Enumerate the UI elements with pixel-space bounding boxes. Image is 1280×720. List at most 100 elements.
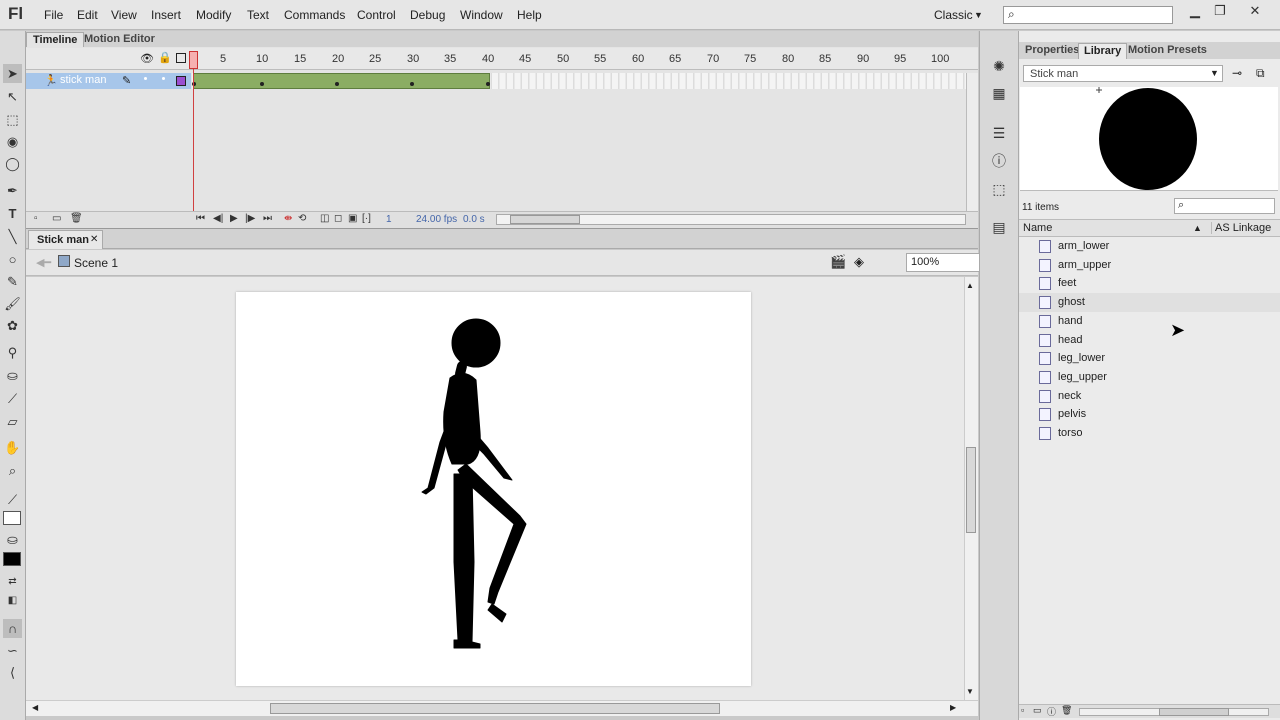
fps-readout[interactable]: 24.00 fps [416,214,457,225]
swap-colors-icon[interactable]: ⇄ [3,572,22,591]
menu-text[interactable]: Text [247,8,269,22]
text-tool-icon[interactable]: T [3,204,22,223]
hand-tool-icon[interactable]: ✋ [3,438,22,457]
oval-tool-icon[interactable]: ○ [3,250,22,269]
sort-ascending-icon[interactable]: ▲ [1193,223,1202,233]
loop-icon[interactable]: ⟲ [298,213,306,224]
new-folder-icon[interactable]: ▭ [1033,705,1042,716]
scene-label[interactable]: Scene 1 [74,256,118,270]
library-scroll-thumb[interactable] [1159,708,1229,716]
library-item[interactable]: head [1019,331,1280,350]
chevron-down-icon[interactable]: ▼ [974,10,983,20]
free-transform-tool-icon[interactable]: ⬚ [3,110,22,129]
color-wheel-icon[interactable]: ✺ [990,57,1008,75]
menu-edit[interactable]: Edit [77,8,98,22]
layer-name[interactable]: stick man [60,74,106,86]
brush-tool-icon[interactable]: 🖌 [3,294,22,313]
timeline-vertical-scrollbar[interactable] [966,73,978,211]
components-icon[interactable]: ▤ [990,218,1008,236]
tab-timeline[interactable]: Timeline [26,32,85,47]
help-search-input[interactable] [1003,6,1173,24]
motion-tween-span[interactable] [193,73,490,89]
library-search-input[interactable]: ⌕ [1174,198,1275,214]
stroke-color-swatch[interactable] [3,511,21,525]
lock-icon[interactable]: 🔒 [158,51,172,64]
step-forward-icon[interactable]: |▶ [245,213,255,224]
smooth-icon[interactable]: ∽ [3,641,22,660]
transform-icon[interactable]: ⬚ [990,180,1008,198]
tab-motion-presets[interactable]: Motion Presets [1123,43,1212,59]
menu-file[interactable]: File [44,8,63,22]
zoom-tool-icon[interactable]: ⌕ [3,461,22,480]
playhead[interactable] [189,51,198,69]
library-item[interactable]: torso [1019,424,1280,443]
keyframe[interactable] [486,82,490,86]
line-tool-icon[interactable]: ╲ [3,227,22,246]
eye-icon[interactable]: 👁 [140,52,154,65]
align-icon[interactable]: ☰ [990,124,1008,142]
chevron-down-icon[interactable]: ▼ [1210,68,1219,78]
first-frame-icon[interactable]: ⏮ [196,213,205,224]
outline-icon[interactable] [176,53,186,63]
center-frame-icon[interactable]: ⇼ [284,213,292,224]
library-item[interactable]: arm_lower [1019,237,1280,256]
menu-window[interactable]: Window [460,8,503,22]
keyframe[interactable] [410,82,414,86]
library-document-select[interactable]: Stick man ▼ [1023,65,1223,82]
new-library-panel-icon[interactable]: ⧉ [1256,66,1265,81]
paint-bucket-icon[interactable]: ⛀ [3,366,22,385]
lock-dot[interactable] [162,77,165,80]
close-icon[interactable]: ✕ [90,234,98,245]
default-colors-icon[interactable]: ◧ [3,591,22,610]
timeline-scroll-thumb[interactable] [510,215,580,224]
menu-help[interactable]: Help [517,8,542,22]
workspace-switcher[interactable]: Classic [934,8,973,22]
step-back-icon[interactable]: ◀| [213,213,223,224]
subselection-tool-icon[interactable]: ↖ [3,87,22,106]
fill-color-swatch[interactable] [3,552,21,566]
edit-multiple-frames-icon[interactable]: ▣ [348,213,357,224]
library-item[interactable]: neck [1019,387,1280,406]
library-item[interactable]: feet [1019,274,1280,293]
minimize-button[interactable]: ▁ [1182,3,1208,21]
new-symbol-icon[interactable]: ▫ [1021,705,1024,715]
straighten-icon[interactable]: ⟨ [3,663,22,682]
menu-control[interactable]: Control [357,8,396,22]
library-item[interactable]: arm_upper [1019,256,1280,275]
new-layer-icon[interactable]: ▫ [34,213,38,224]
stick-figure[interactable] [236,292,751,686]
library-item[interactable]: hand [1019,312,1280,331]
info-icon[interactable]: ⓘ [990,152,1008,170]
menu-commands[interactable]: Commands [284,8,345,22]
menu-debug[interactable]: Debug [410,8,445,22]
library-item-highlighted[interactable]: ghost [1019,293,1280,312]
restore-button[interactable]: ❐ [1207,3,1233,21]
pencil-tool-icon[interactable]: ✎ [3,272,22,291]
scroll-right-icon[interactable]: ▶ [950,703,956,712]
stage-vertical-thumb[interactable] [966,447,976,533]
stroke-color-icon[interactable]: ⟋ [3,490,22,509]
library-item[interactable]: pelvis [1019,405,1280,424]
column-linkage-header[interactable]: AS Linkage [1211,222,1271,234]
library-item[interactable]: leg_lower [1019,349,1280,368]
pen-tool-icon[interactable]: ✒ [3,181,22,200]
eyedropper-icon[interactable]: ⟋ [3,389,22,408]
new-folder-icon[interactable]: ▭ [52,213,61,224]
edit-scene-icon[interactable]: 🎬 [830,254,846,270]
modify-markers-icon[interactable]: [·] [362,213,371,224]
layer-row[interactable]: 🏃 stick man ✎ [26,73,191,89]
lasso-tool-icon[interactable]: ◯ [3,154,22,173]
pin-icon[interactable]: ⊸ [1232,66,1242,80]
stage-horizontal-thumb[interactable] [270,703,720,714]
edit-symbols-icon[interactable]: ◈ [854,254,864,270]
properties-icon[interactable]: ⓘ [1047,705,1056,718]
onion-outlines-icon[interactable]: ◻ [334,213,342,224]
keyframe[interactable] [335,82,339,86]
document-tab[interactable]: Stick man ✕ [28,230,103,249]
scroll-down-icon[interactable]: ▼ [966,687,974,696]
close-button[interactable]: ✕ [1242,3,1268,21]
delete-icon[interactable]: 🗑 [1061,705,1072,716]
visibility-dot[interactable] [144,77,147,80]
deco-tool-icon[interactable]: ✿ [3,316,22,335]
swatches-icon[interactable]: ▦ [990,84,1008,102]
